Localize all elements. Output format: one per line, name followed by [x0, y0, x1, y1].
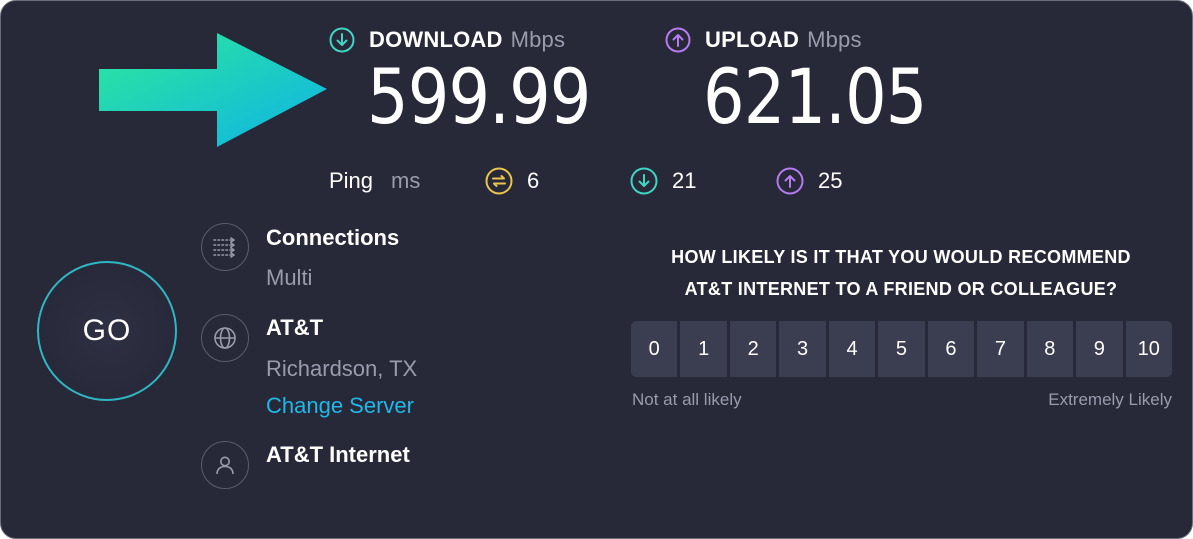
ping-unit: ms: [391, 168, 421, 193]
upload-label: UPLOAD: [705, 27, 800, 52]
rating-button-3[interactable]: 3: [779, 321, 826, 377]
rating-button-8[interactable]: 8: [1026, 321, 1074, 377]
rating-button-2[interactable]: 2: [729, 321, 777, 377]
ping-upload-value: 25: [818, 168, 843, 193]
rating-button-6[interactable]: 6: [927, 321, 975, 377]
rating-button-4[interactable]: 4: [828, 321, 876, 377]
scale-low-label: Not at all likely: [632, 390, 742, 409]
download-unit: Mbps: [510, 27, 566, 52]
ping-idle-icon: [485, 167, 513, 200]
change-server-link[interactable]: Change Server: [266, 393, 414, 419]
server-title: AT&T: [266, 315, 324, 340]
survey-question: HOW LIKELY IS IT THAT YOU WOULD RECOMMEN…: [631, 241, 1171, 305]
rating-button-0[interactable]: 0: [631, 321, 678, 377]
upload-header: UPLOAD Mbps: [665, 27, 862, 53]
ping-upload-icon: [776, 167, 804, 200]
rating-button-5[interactable]: 5: [878, 321, 925, 377]
go-button[interactable]: GO: [37, 261, 177, 401]
ping-idle-value: 6: [527, 168, 540, 193]
globe-icon: [201, 314, 249, 362]
scale-high-label: Extremely Likely: [1048, 390, 1172, 409]
upload-unit: Mbps: [807, 27, 862, 52]
download-header: DOWNLOAD Mbps: [329, 27, 565, 53]
rating-button-1[interactable]: 1: [680, 321, 727, 377]
ping-download-value: 21: [672, 168, 697, 193]
rating-button-7[interactable]: 7: [977, 321, 1024, 377]
rating-scale: 0 1 2 3 4 5 6 7 8 9 10: [631, 321, 1172, 377]
download-label: DOWNLOAD: [369, 27, 503, 52]
rating-button-9[interactable]: 9: [1076, 321, 1123, 377]
connections-title: Connections: [266, 225, 400, 250]
user-icon: [201, 441, 249, 489]
provider-title: AT&T Internet: [266, 442, 410, 467]
right-arrow-graphic: [99, 33, 327, 147]
server-location: Richardson, TX: [266, 356, 418, 381]
ping-label: Ping: [329, 168, 374, 193]
connections-value: Multi: [266, 265, 313, 290]
upload-arrow-icon: [665, 27, 691, 53]
rating-button-10[interactable]: 10: [1125, 321, 1172, 377]
survey-question-line1: HOW LIKELY IS IT THAT YOU WOULD RECOMMEN…: [671, 247, 1131, 267]
ping-download-icon: [630, 167, 658, 200]
download-value: 599.99: [367, 52, 591, 141]
speedtest-panel: DOWNLOAD Mbps 599.99 UPLOAD Mbps 621.05 …: [0, 0, 1193, 539]
survey-question-line2: AT&T INTERNET TO A FRIEND OR COLLEAGUE?: [684, 279, 1118, 299]
download-arrow-icon: [329, 27, 355, 53]
connections-icon: [201, 223, 249, 271]
upload-value: 621.05: [703, 52, 927, 141]
